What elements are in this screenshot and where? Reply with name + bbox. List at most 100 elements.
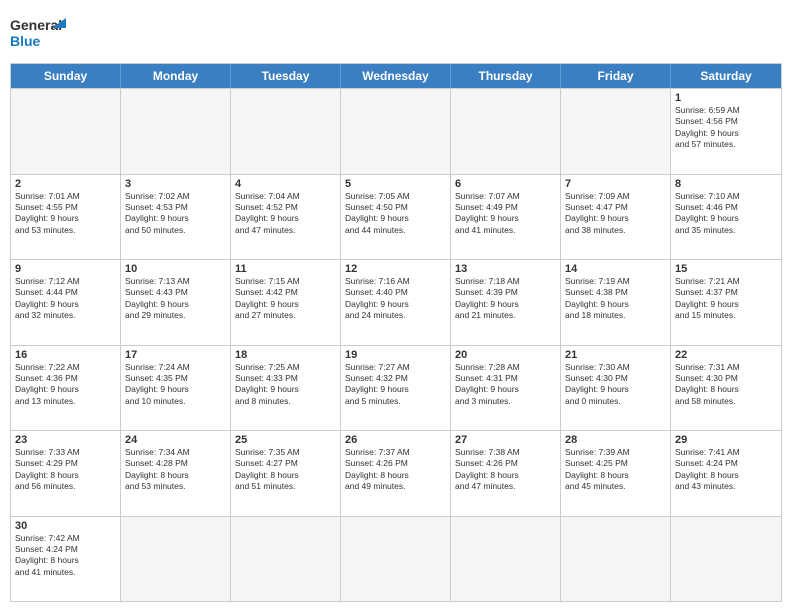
calendar-header-cell: Thursday [451,64,561,88]
day-number: 1 [675,92,777,104]
calendar-cell: 26Sunrise: 7:37 AM Sunset: 4:26 PM Dayli… [341,431,451,516]
day-info: Sunrise: 7:19 AM Sunset: 4:38 PM Dayligh… [565,276,666,322]
svg-text:General: General [10,17,62,33]
day-number: 22 [675,349,777,361]
day-info: Sunrise: 7:04 AM Sunset: 4:52 PM Dayligh… [235,191,336,237]
calendar-cell [121,89,231,174]
day-number: 18 [235,349,336,361]
logo-area: General Blue [10,10,70,55]
day-info: Sunrise: 7:18 AM Sunset: 4:39 PM Dayligh… [455,276,556,322]
day-number: 12 [345,263,446,275]
day-info: Sunrise: 7:37 AM Sunset: 4:26 PM Dayligh… [345,447,446,493]
calendar-cell [451,517,561,602]
calendar-cell [121,517,231,602]
calendar-cell: 28Sunrise: 7:39 AM Sunset: 4:25 PM Dayli… [561,431,671,516]
calendar-cell: 6Sunrise: 7:07 AM Sunset: 4:49 PM Daylig… [451,175,561,260]
calendar-cell: 29Sunrise: 7:41 AM Sunset: 4:24 PM Dayli… [671,431,781,516]
day-info: Sunrise: 7:02 AM Sunset: 4:53 PM Dayligh… [125,191,226,237]
day-number: 14 [565,263,666,275]
day-info: Sunrise: 7:24 AM Sunset: 4:35 PM Dayligh… [125,362,226,408]
day-info: Sunrise: 7:25 AM Sunset: 4:33 PM Dayligh… [235,362,336,408]
day-info: Sunrise: 7:15 AM Sunset: 4:42 PM Dayligh… [235,276,336,322]
page: General Blue SundayMondayTuesdayWednesda… [0,0,792,612]
day-number: 23 [15,434,116,446]
calendar-row: 2Sunrise: 7:01 AM Sunset: 4:55 PM Daylig… [11,174,781,260]
day-number: 27 [455,434,556,446]
day-info: Sunrise: 7:12 AM Sunset: 4:44 PM Dayligh… [15,276,116,322]
calendar-cell [11,89,121,174]
calendar-cell [231,517,341,602]
day-number: 6 [455,178,556,190]
day-number: 24 [125,434,226,446]
day-info: Sunrise: 6:59 AM Sunset: 4:56 PM Dayligh… [675,105,777,151]
calendar-cell [451,89,561,174]
calendar-cell: 16Sunrise: 7:22 AM Sunset: 4:36 PM Dayli… [11,346,121,431]
day-number: 26 [345,434,446,446]
day-info: Sunrise: 7:41 AM Sunset: 4:24 PM Dayligh… [675,447,777,493]
calendar-cell [341,517,451,602]
day-info: Sunrise: 7:01 AM Sunset: 4:55 PM Dayligh… [15,191,116,237]
calendar-header-cell: Wednesday [341,64,451,88]
calendar-row: 9Sunrise: 7:12 AM Sunset: 4:44 PM Daylig… [11,259,781,345]
calendar-cell: 20Sunrise: 7:28 AM Sunset: 4:31 PM Dayli… [451,346,561,431]
calendar-header-cell: Monday [121,64,231,88]
calendar-cell: 25Sunrise: 7:35 AM Sunset: 4:27 PM Dayli… [231,431,341,516]
calendar-row: 30Sunrise: 7:42 AM Sunset: 4:24 PM Dayli… [11,516,781,602]
day-number: 17 [125,349,226,361]
logo-icon: General Blue [10,10,70,55]
day-info: Sunrise: 7:09 AM Sunset: 4:47 PM Dayligh… [565,191,666,237]
calendar-cell: 24Sunrise: 7:34 AM Sunset: 4:28 PM Dayli… [121,431,231,516]
day-info: Sunrise: 7:28 AM Sunset: 4:31 PM Dayligh… [455,362,556,408]
day-info: Sunrise: 7:38 AM Sunset: 4:26 PM Dayligh… [455,447,556,493]
day-info: Sunrise: 7:16 AM Sunset: 4:40 PM Dayligh… [345,276,446,322]
calendar-cell [561,89,671,174]
calendar-body: 1Sunrise: 6:59 AM Sunset: 4:56 PM Daylig… [11,88,781,601]
day-info: Sunrise: 7:42 AM Sunset: 4:24 PM Dayligh… [15,533,116,579]
day-number: 10 [125,263,226,275]
day-info: Sunrise: 7:13 AM Sunset: 4:43 PM Dayligh… [125,276,226,322]
calendar-header-cell: Tuesday [231,64,341,88]
calendar-cell [341,89,451,174]
day-number: 11 [235,263,336,275]
day-number: 5 [345,178,446,190]
day-number: 30 [15,520,116,532]
day-info: Sunrise: 7:05 AM Sunset: 4:50 PM Dayligh… [345,191,446,237]
svg-text:Blue: Blue [10,33,41,49]
calendar-header-cell: Friday [561,64,671,88]
day-info: Sunrise: 7:30 AM Sunset: 4:30 PM Dayligh… [565,362,666,408]
calendar: SundayMondayTuesdayWednesdayThursdayFrid… [10,63,782,602]
day-info: Sunrise: 7:34 AM Sunset: 4:28 PM Dayligh… [125,447,226,493]
day-number: 28 [565,434,666,446]
calendar-cell: 23Sunrise: 7:33 AM Sunset: 4:29 PM Dayli… [11,431,121,516]
day-number: 2 [15,178,116,190]
calendar-cell: 22Sunrise: 7:31 AM Sunset: 4:30 PM Dayli… [671,346,781,431]
calendar-row: 1Sunrise: 6:59 AM Sunset: 4:56 PM Daylig… [11,88,781,174]
calendar-cell: 21Sunrise: 7:30 AM Sunset: 4:30 PM Dayli… [561,346,671,431]
day-number: 4 [235,178,336,190]
calendar-cell: 30Sunrise: 7:42 AM Sunset: 4:24 PM Dayli… [11,517,121,602]
calendar-cell: 19Sunrise: 7:27 AM Sunset: 4:32 PM Dayli… [341,346,451,431]
day-number: 16 [15,349,116,361]
day-number: 15 [675,263,777,275]
calendar-row: 23Sunrise: 7:33 AM Sunset: 4:29 PM Dayli… [11,430,781,516]
calendar-cell [231,89,341,174]
calendar-cell: 4Sunrise: 7:04 AM Sunset: 4:52 PM Daylig… [231,175,341,260]
day-info: Sunrise: 7:33 AM Sunset: 4:29 PM Dayligh… [15,447,116,493]
day-number: 7 [565,178,666,190]
calendar-cell: 7Sunrise: 7:09 AM Sunset: 4:47 PM Daylig… [561,175,671,260]
day-info: Sunrise: 7:21 AM Sunset: 4:37 PM Dayligh… [675,276,777,322]
day-number: 21 [565,349,666,361]
calendar-row: 16Sunrise: 7:22 AM Sunset: 4:36 PM Dayli… [11,345,781,431]
day-info: Sunrise: 7:31 AM Sunset: 4:30 PM Dayligh… [675,362,777,408]
calendar-cell: 13Sunrise: 7:18 AM Sunset: 4:39 PM Dayli… [451,260,561,345]
day-info: Sunrise: 7:22 AM Sunset: 4:36 PM Dayligh… [15,362,116,408]
calendar-cell [561,517,671,602]
day-info: Sunrise: 7:35 AM Sunset: 4:27 PM Dayligh… [235,447,336,493]
calendar-header-cell: Saturday [671,64,781,88]
calendar-cell: 11Sunrise: 7:15 AM Sunset: 4:42 PM Dayli… [231,260,341,345]
day-info: Sunrise: 7:27 AM Sunset: 4:32 PM Dayligh… [345,362,446,408]
day-number: 25 [235,434,336,446]
calendar-cell: 5Sunrise: 7:05 AM Sunset: 4:50 PM Daylig… [341,175,451,260]
calendar-header-cell: Sunday [11,64,121,88]
day-number: 13 [455,263,556,275]
